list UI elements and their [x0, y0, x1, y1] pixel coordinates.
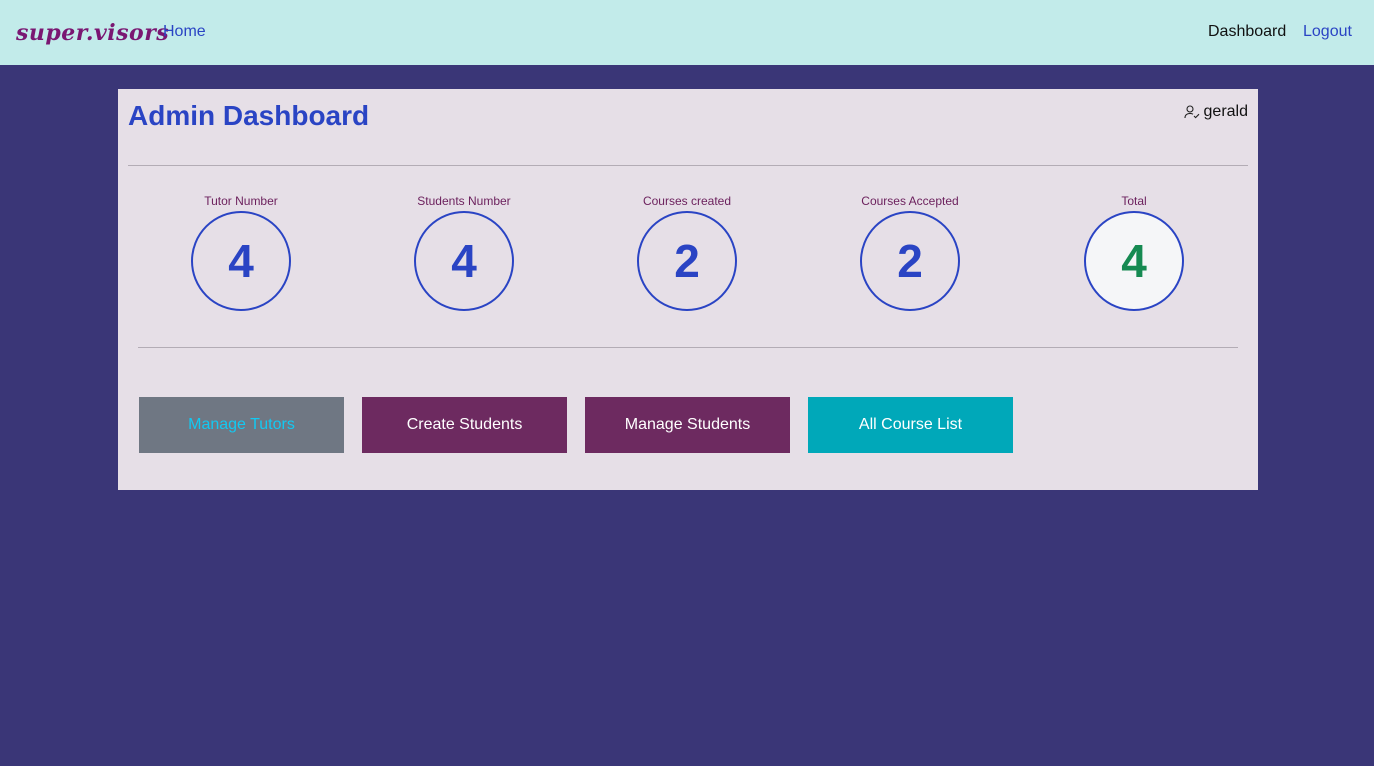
stat-label: Courses created [642, 194, 732, 208]
all-course-list-button[interactable]: All Course List [808, 397, 1013, 453]
divider-bottom [138, 347, 1238, 348]
current-user: gerald [1183, 103, 1248, 121]
stat-label: Tutor Number [204, 194, 278, 208]
nav-home-link[interactable]: Home [163, 23, 206, 41]
username: gerald [1203, 103, 1248, 120]
stat-total: Total 4 [1034, 194, 1234, 311]
stat-students-number: Students Number 4 [364, 194, 564, 311]
user-check-icon [1183, 104, 1200, 120]
stat-value: 4 [414, 211, 514, 311]
stat-value: 2 [860, 211, 960, 311]
stat-value: 4 [191, 211, 291, 311]
dashboard-card: Admin Dashboard gerald Tutor Number 4 St… [118, 89, 1258, 490]
brand-logo[interactable]: super.visors [16, 20, 169, 46]
stat-label: Students Number [417, 194, 511, 208]
stat-value: 2 [637, 211, 737, 311]
nav-dashboard-link[interactable]: Dashboard [1208, 23, 1286, 41]
stat-courses-created: Courses created 2 [587, 194, 787, 311]
page-title: Admin Dashboard [128, 100, 370, 131]
stat-label: Courses Accepted [861, 194, 959, 208]
nav-logout-link[interactable]: Logout [1303, 23, 1352, 41]
top-navbar: super.visors Home Dashboard Logout [0, 0, 1374, 65]
create-students-button[interactable]: Create Students [362, 397, 567, 453]
divider-top [128, 165, 1248, 166]
stat-label: Total [1121, 194, 1147, 208]
stat-tutor-number: Tutor Number 4 [141, 194, 341, 311]
stat-value: 4 [1084, 211, 1184, 311]
manage-students-button[interactable]: Manage Students [585, 397, 790, 453]
stat-courses-accepted: Courses Accepted 2 [810, 194, 1010, 311]
manage-tutors-button[interactable]: Manage Tutors [139, 397, 344, 453]
